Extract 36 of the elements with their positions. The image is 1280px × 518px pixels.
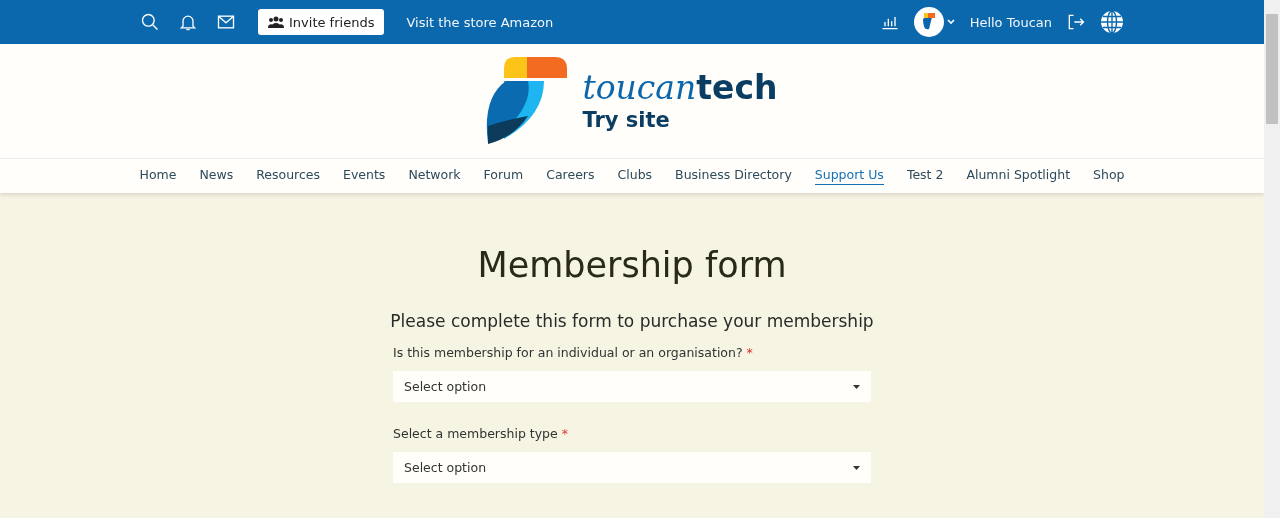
- invite-friends-button[interactable]: Invite friends: [258, 9, 385, 35]
- caret-icon: [853, 465, 860, 470]
- site-subtitle: Try site: [582, 107, 671, 132]
- nav-link[interactable]: Forum: [483, 167, 524, 185]
- nav-link[interactable]: Clubs: [617, 167, 653, 185]
- scrollbar-thumb[interactable]: [1266, 14, 1278, 124]
- nav-link[interactable]: Test 2: [906, 167, 944, 185]
- form-intro: Please complete this form to purchase your membership: [390, 311, 874, 331]
- nav-link[interactable]: Careers: [546, 167, 595, 185]
- nav-link[interactable]: Events: [343, 167, 386, 185]
- nav-link[interactable]: News: [199, 167, 234, 185]
- nav-link[interactable]: Network: [408, 167, 461, 185]
- nav-link[interactable]: Business Directory: [675, 167, 792, 185]
- required-mark: *: [746, 345, 753, 360]
- scrollbar[interactable]: [1264, 0, 1280, 518]
- nav-link[interactable]: Support Us: [814, 167, 884, 185]
- nav-link[interactable]: Home: [139, 167, 177, 185]
- caret-icon: [853, 384, 860, 389]
- logout-icon[interactable]: [1066, 12, 1086, 32]
- required-mark: *: [561, 426, 568, 441]
- nav-link[interactable]: Resources: [256, 167, 321, 185]
- select-field[interactable]: Select option: [393, 371, 871, 402]
- field-label: Is this membership for an individual or an organisation? *: [393, 345, 754, 360]
- search-icon[interactable]: [140, 12, 160, 32]
- globe-icon[interactable]: [1100, 10, 1124, 34]
- select-field[interactable]: Select option: [393, 452, 871, 483]
- avatar-icon[interactable]: [913, 7, 956, 37]
- field-label: Select a membership type *: [393, 426, 569, 441]
- brand-name: toucantech: [582, 70, 778, 104]
- toucan-logo-icon: [486, 56, 569, 146]
- people-icon: [268, 16, 284, 28]
- store-link[interactable]: Visit the store Amazon: [406, 14, 554, 30]
- nav-link[interactable]: Alumni Spotlight: [966, 167, 1071, 185]
- nav-link[interactable]: Shop: [1093, 167, 1125, 185]
- form-title: Membership form: [477, 245, 787, 285]
- greeting-text: Hello Toucan: [969, 14, 1052, 30]
